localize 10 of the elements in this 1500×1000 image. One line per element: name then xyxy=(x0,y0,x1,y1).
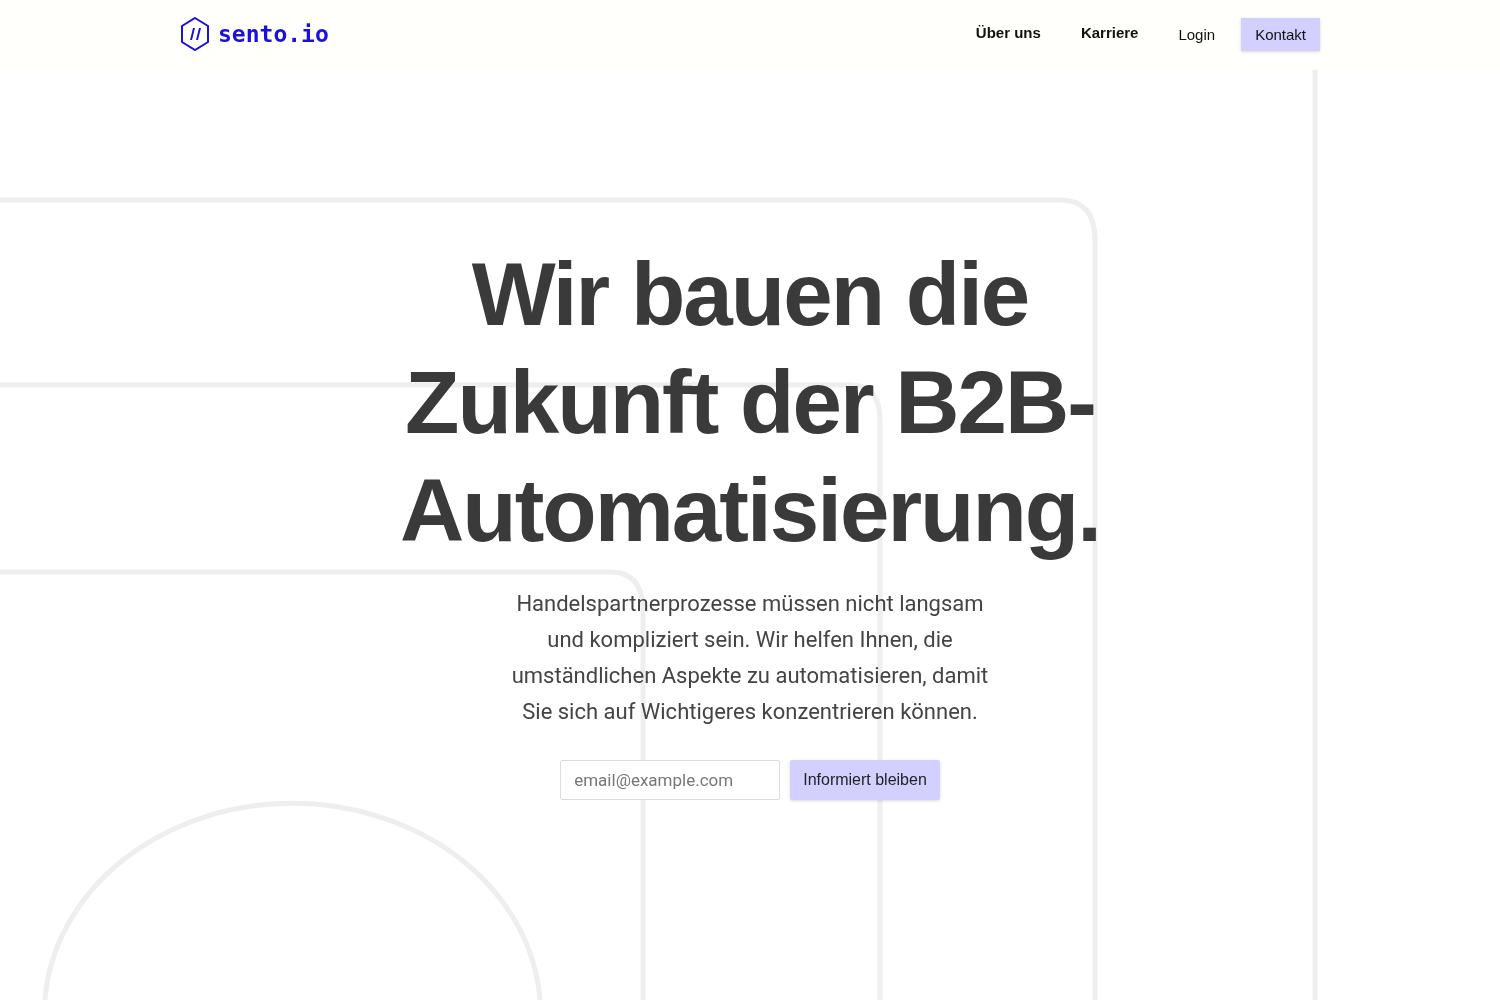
subscribe-button[interactable]: Informiert bleiben xyxy=(790,760,940,800)
hero-description: Handelspartnerprozesse müssen nicht langsam und kompliziert sein. Wir helfen Ihnen, die umständlichen Aspekte zu automatisieren, damit Sie sich auf Wichtigeres konzentrieren können. xyxy=(510,590,990,726)
contact-button[interactable]: Kontakt xyxy=(1241,17,1320,51)
nav-link[interactable]: Login xyxy=(1164,17,1230,51)
nav-link[interactable]: Über uns xyxy=(961,15,1055,49)
hero-heading: Wir bauen die Zukunft der B2B-Automatisierung. xyxy=(399,243,1101,562)
logo-text[interactable]: sento.io xyxy=(218,21,329,47)
hexagon-logo-icon xyxy=(180,17,210,51)
email-input-field[interactable]: email@example.com xyxy=(560,760,781,800)
nav-link[interactable]: Karriere xyxy=(1066,15,1153,49)
